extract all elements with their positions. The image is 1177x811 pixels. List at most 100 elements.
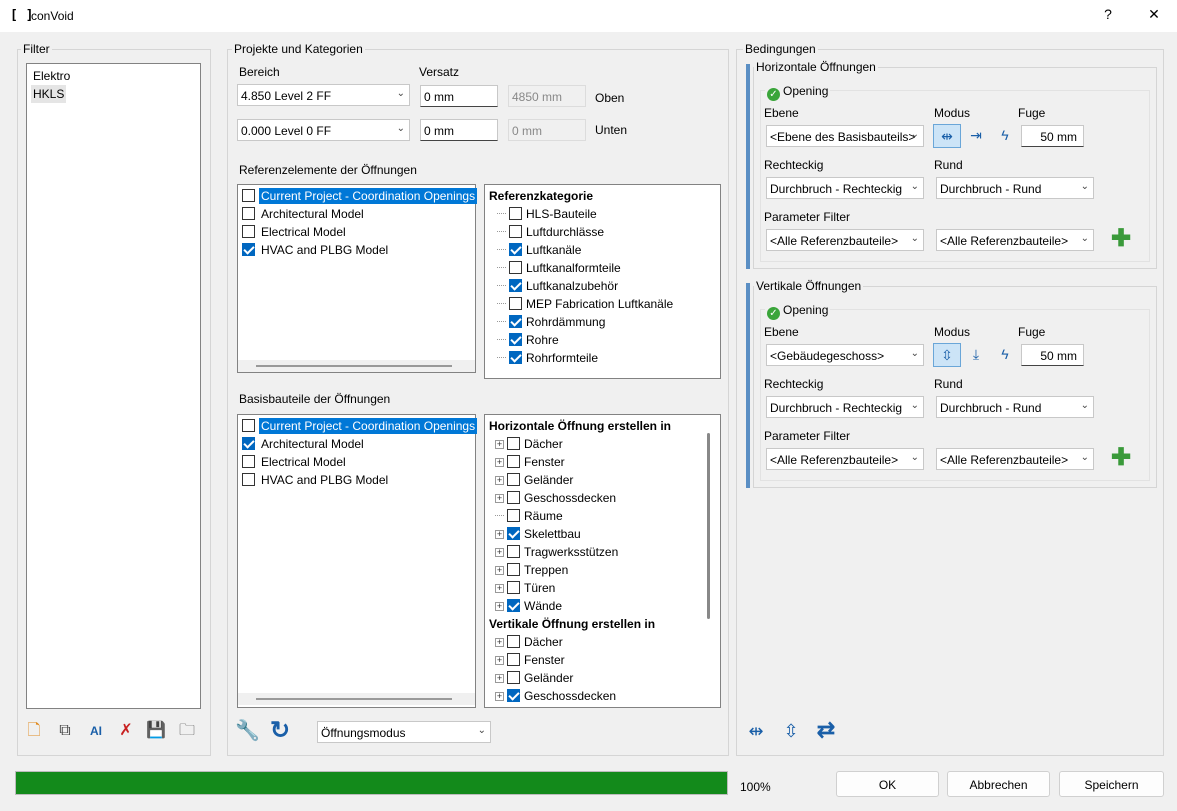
expand-icon[interactable]: +	[495, 476, 504, 485]
ref-models-list[interactable]: Current Project - Coordination Openings A…	[237, 184, 479, 373]
category-item[interactable]: Luftkanalzubehör	[495, 277, 620, 295]
checkbox[interactable]	[509, 351, 522, 364]
checkbox[interactable]	[509, 315, 522, 328]
expand-icon[interactable]: +	[495, 494, 504, 503]
h-param1-select[interactable]: <Alle Referenzbauteile> ⌄	[766, 229, 924, 251]
h-fuge-input[interactable]: 50 mm	[1021, 125, 1084, 147]
basis-category-tree[interactable]: Horizontale Öffnung erstellen in + Dächer +…	[484, 414, 721, 708]
checkbox[interactable]	[242, 473, 255, 486]
checkbox[interactable]	[242, 437, 255, 450]
checkbox[interactable]	[507, 491, 520, 504]
cancel-button[interactable]: Abbrechen	[947, 771, 1050, 797]
scrollbar-thumb[interactable]	[256, 365, 452, 367]
v-rund-select[interactable]: Durchbruch - Rund ⌄	[936, 396, 1094, 418]
v-mode-lightning-button[interactable]: ϟ	[991, 343, 1019, 367]
filter-list[interactable]: Elektro HKLS	[26, 63, 201, 709]
v-param2-select[interactable]: <Alle Referenzbauteile> ⌄	[936, 448, 1094, 470]
checkbox[interactable]	[242, 455, 255, 468]
v-param1-select[interactable]: <Alle Referenzbauteile> ⌄	[766, 448, 924, 470]
horizontal-scrollbar[interactable]	[238, 693, 475, 705]
category-item[interactable]: + Geschossdecken	[493, 687, 618, 705]
checkbox[interactable]	[509, 333, 522, 346]
swap-icon[interactable]: ⇄	[816, 719, 836, 741]
save-filter-icon[interactable]: 💾	[146, 721, 166, 741]
oben-level-select[interactable]: 4.850 Level 2 FF ⌄	[237, 84, 410, 106]
checkbox[interactable]	[507, 635, 520, 648]
expand-icon[interactable]: +	[495, 530, 504, 539]
expand-icon[interactable]: +	[495, 674, 504, 683]
checkbox[interactable]	[507, 581, 520, 594]
vertical-scrollbar-thumb[interactable]	[707, 433, 710, 619]
expand-icon[interactable]: +	[495, 566, 504, 575]
model-item[interactable]: Architectural Model	[240, 205, 368, 223]
expand-icon[interactable]: +	[495, 548, 504, 557]
category-item[interactable]: + Dächer	[493, 435, 565, 453]
checkbox[interactable]	[507, 653, 520, 666]
expand-icon[interactable]: +	[495, 602, 504, 611]
category-item[interactable]: + Geländer	[493, 669, 575, 687]
expand-icon[interactable]: +	[495, 440, 504, 449]
basis-models-list[interactable]: Current Project - Coordination Openings A…	[237, 414, 479, 708]
category-item[interactable]: + Geländer	[493, 471, 575, 489]
category-item[interactable]: Luftkanalformteile	[495, 259, 623, 277]
unten-level-select[interactable]: 0.000 Level 0 FF ⌄	[237, 119, 410, 141]
ok-button[interactable]: OK	[836, 771, 939, 797]
category-item[interactable]: Luftdurchlässe	[495, 223, 606, 241]
category-item[interactable]: Rohrformteile	[495, 349, 600, 367]
checkbox[interactable]	[509, 279, 522, 292]
scrollbar-thumb[interactable]	[256, 698, 452, 700]
horizontal-opening-icon[interactable]: ⇹	[746, 721, 766, 741]
help-button[interactable]: ?	[1098, 6, 1118, 22]
h-mode-offset-button[interactable]: ⇥	[962, 124, 990, 148]
h-ebene-select[interactable]: <Ebene des Basisbauteils> ⌄	[766, 125, 924, 147]
checkbox[interactable]	[242, 419, 255, 432]
checkbox[interactable]	[507, 437, 520, 450]
checkbox[interactable]	[507, 545, 520, 558]
checkbox[interactable]	[507, 689, 520, 702]
expand-icon[interactable]: +	[495, 692, 504, 701]
category-item[interactable]: + Geschossdecken	[493, 489, 618, 507]
v-rechteckig-select[interactable]: Durchbruch - Rechteckig ⌄	[766, 396, 924, 418]
refresh-icon[interactable]: ↻	[270, 719, 290, 743]
checkbox[interactable]	[507, 473, 520, 486]
h-rechteckig-select[interactable]: Durchbruch - Rechteckig ⌄	[766, 177, 924, 199]
filter-item-elektro[interactable]: Elektro	[31, 67, 72, 85]
h-rund-select[interactable]: Durchbruch - Rund ⌄	[936, 177, 1094, 199]
model-item[interactable]: Current Project - Coordination Openings	[240, 417, 479, 435]
checkbox[interactable]	[507, 509, 520, 522]
category-item[interactable]: + Skelettbau	[493, 525, 583, 543]
checkbox[interactable]	[509, 261, 522, 274]
ref-category-tree[interactable]: Referenzkategorie HLS-Bauteile Luftdurchl…	[484, 184, 721, 379]
wrench-icon[interactable]: 🔧	[235, 721, 260, 741]
model-item[interactable]: Current Project - Coordination Openings	[240, 187, 479, 205]
category-item[interactable]: + Dächer	[493, 633, 565, 651]
category-item[interactable]: + Tragwerksstützen	[493, 543, 620, 561]
expand-icon[interactable]: +	[495, 584, 504, 593]
model-item[interactable]: HVAC and PLBG Model	[240, 241, 392, 259]
category-item[interactable]: + Türen	[493, 579, 557, 597]
h-mode-lightning-button[interactable]: ϟ	[991, 124, 1019, 148]
category-item[interactable]: Luftkanäle	[495, 241, 583, 259]
expand-icon[interactable]: +	[495, 656, 504, 665]
model-item[interactable]: Electrical Model	[240, 223, 350, 241]
save-button[interactable]: Speichern	[1059, 771, 1164, 797]
unten-offset-input[interactable]: 0 mm	[420, 119, 498, 141]
category-item[interactable]: + Treppen	[493, 561, 570, 579]
category-item[interactable]: Rohre	[495, 331, 561, 349]
rename-filter-icon[interactable]: AI	[86, 721, 106, 741]
checkbox[interactable]	[509, 297, 522, 310]
filter-item-hkls[interactable]: HKLS	[31, 85, 67, 103]
category-item[interactable]: MEP Fabrication Luftkanäle	[495, 295, 675, 313]
v-add-filter-icon[interactable]: ✚	[1111, 446, 1131, 470]
v-mode-offset-button[interactable]: ⤓	[962, 343, 990, 367]
checkbox[interactable]	[507, 599, 520, 612]
mode-select[interactable]: Öffnungsmodus ⌄	[317, 721, 491, 743]
checkbox[interactable]	[242, 207, 255, 220]
expand-icon[interactable]: +	[495, 638, 504, 647]
horizontal-scrollbar[interactable]	[238, 360, 475, 372]
new-filter-icon[interactable]: 🗋	[24, 721, 44, 741]
model-item[interactable]: HVAC and PLBG Model	[240, 471, 392, 489]
checkbox[interactable]	[242, 243, 255, 256]
checkbox[interactable]	[509, 207, 522, 220]
category-item[interactable]: Räume	[493, 507, 565, 525]
